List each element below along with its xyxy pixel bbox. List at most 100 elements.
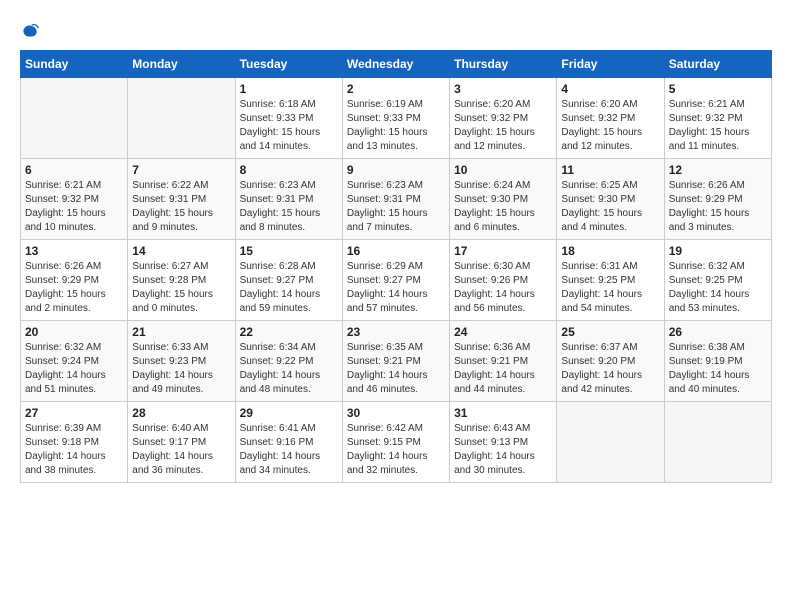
day-number: 3 bbox=[454, 82, 552, 96]
day-detail: Sunrise: 6:26 AMSunset: 9:29 PMDaylight:… bbox=[25, 260, 123, 316]
day-number: 18 bbox=[561, 244, 659, 258]
calendar-week-row: 27 Sunrise: 6:39 AMSunset: 9:18 PMDayligh… bbox=[21, 402, 772, 483]
day-number: 27 bbox=[25, 406, 123, 420]
day-detail: Sunrise: 6:32 AMSunset: 9:25 PMDaylight:… bbox=[669, 260, 767, 316]
day-number: 1 bbox=[240, 82, 338, 96]
day-number: 10 bbox=[454, 163, 552, 177]
weekday-header: Thursday bbox=[450, 51, 557, 78]
day-detail: Sunrise: 6:20 AMSunset: 9:32 PMDaylight:… bbox=[561, 98, 659, 154]
calendar-cell: 18 Sunrise: 6:31 AMSunset: 9:25 PMDayligh… bbox=[557, 240, 664, 321]
calendar-cell: 6 Sunrise: 6:21 AMSunset: 9:32 PMDaylight… bbox=[21, 159, 128, 240]
day-detail: Sunrise: 6:22 AMSunset: 9:31 PMDaylight:… bbox=[132, 179, 230, 235]
day-detail: Sunrise: 6:31 AMSunset: 9:25 PMDaylight:… bbox=[561, 260, 659, 316]
day-number: 12 bbox=[669, 163, 767, 177]
weekday-header: Tuesday bbox=[235, 51, 342, 78]
day-detail: Sunrise: 6:29 AMSunset: 9:27 PMDaylight:… bbox=[347, 260, 445, 316]
calendar-cell: 9 Sunrise: 6:23 AMSunset: 9:31 PMDaylight… bbox=[342, 159, 449, 240]
day-number: 21 bbox=[132, 325, 230, 339]
day-detail: Sunrise: 6:37 AMSunset: 9:20 PMDaylight:… bbox=[561, 341, 659, 397]
day-number: 22 bbox=[240, 325, 338, 339]
day-detail: Sunrise: 6:42 AMSunset: 9:15 PMDaylight:… bbox=[347, 422, 445, 478]
weekday-header: Monday bbox=[128, 51, 235, 78]
weekday-header: Saturday bbox=[664, 51, 771, 78]
day-detail: Sunrise: 6:40 AMSunset: 9:17 PMDaylight:… bbox=[132, 422, 230, 478]
day-detail: Sunrise: 6:27 AMSunset: 9:28 PMDaylight:… bbox=[132, 260, 230, 316]
calendar-cell: 14 Sunrise: 6:27 AMSunset: 9:28 PMDayligh… bbox=[128, 240, 235, 321]
day-number: 4 bbox=[561, 82, 659, 96]
day-detail: Sunrise: 6:21 AMSunset: 9:32 PMDaylight:… bbox=[669, 98, 767, 154]
day-detail: Sunrise: 6:18 AMSunset: 9:33 PMDaylight:… bbox=[240, 98, 338, 154]
calendar-cell: 15Sunrise: 6:28 AMSunset: 9:27 PMDayligh… bbox=[235, 240, 342, 321]
day-number: 14 bbox=[132, 244, 230, 258]
calendar-cell: 23 Sunrise: 6:35 AMSunset: 9:21 PMDayligh… bbox=[342, 321, 449, 402]
logo bbox=[20, 20, 44, 40]
day-detail: Sunrise: 6:41 AMSunset: 9:16 PMDaylight:… bbox=[240, 422, 338, 478]
day-number: 25 bbox=[561, 325, 659, 339]
day-number: 20 bbox=[25, 325, 123, 339]
day-number: 24 bbox=[454, 325, 552, 339]
weekday-header-row: SundayMondayTuesdayWednesdayThursdayFrid… bbox=[21, 51, 772, 78]
day-detail: Sunrise: 6:19 AMSunset: 9:33 PMDaylight:… bbox=[347, 98, 445, 154]
calendar-cell: 12 Sunrise: 6:26 AMSunset: 9:29 PMDayligh… bbox=[664, 159, 771, 240]
day-number: 31 bbox=[454, 406, 552, 420]
day-number: 13 bbox=[25, 244, 123, 258]
day-number: 7 bbox=[132, 163, 230, 177]
calendar-cell: 25 Sunrise: 6:37 AMSunset: 9:20 PMDayligh… bbox=[557, 321, 664, 402]
calendar-cell: 19 Sunrise: 6:32 AMSunset: 9:25 PMDayligh… bbox=[664, 240, 771, 321]
day-number: 28 bbox=[132, 406, 230, 420]
day-number: 5 bbox=[669, 82, 767, 96]
calendar-cell: 31 Sunrise: 6:43 AMSunset: 9:13 PMDayligh… bbox=[450, 402, 557, 483]
day-detail: Sunrise: 6:24 AMSunset: 9:30 PMDaylight:… bbox=[454, 179, 552, 235]
day-number: 23 bbox=[347, 325, 445, 339]
calendar-cell: 1 Sunrise: 6:18 AMSunset: 9:33 PMDaylight… bbox=[235, 78, 342, 159]
calendar-cell: 24 Sunrise: 6:36 AMSunset: 9:21 PMDayligh… bbox=[450, 321, 557, 402]
day-detail: Sunrise: 6:21 AMSunset: 9:32 PMDaylight:… bbox=[25, 179, 123, 235]
calendar-cell: 22 Sunrise: 6:34 AMSunset: 9:22 PMDayligh… bbox=[235, 321, 342, 402]
calendar-cell: 27 Sunrise: 6:39 AMSunset: 9:18 PMDayligh… bbox=[21, 402, 128, 483]
day-number: 8 bbox=[240, 163, 338, 177]
calendar-cell: 16Sunrise: 6:29 AMSunset: 9:27 PMDayligh… bbox=[342, 240, 449, 321]
day-number: 9 bbox=[347, 163, 445, 177]
calendar-cell bbox=[664, 402, 771, 483]
day-detail: Sunrise: 6:39 AMSunset: 9:18 PMDaylight:… bbox=[25, 422, 123, 478]
weekday-header: Wednesday bbox=[342, 51, 449, 78]
calendar-cell: 8Sunrise: 6:23 AMSunset: 9:31 PMDaylight… bbox=[235, 159, 342, 240]
day-detail: Sunrise: 6:36 AMSunset: 9:21 PMDaylight:… bbox=[454, 341, 552, 397]
day-number: 29 bbox=[240, 406, 338, 420]
logo-icon bbox=[20, 20, 40, 40]
calendar-week-row: 1 Sunrise: 6:18 AMSunset: 9:33 PMDaylight… bbox=[21, 78, 772, 159]
calendar-cell: 7 Sunrise: 6:22 AMSunset: 9:31 PMDaylight… bbox=[128, 159, 235, 240]
calendar-cell: 28 Sunrise: 6:40 AMSunset: 9:17 PMDayligh… bbox=[128, 402, 235, 483]
day-number: 2 bbox=[347, 82, 445, 96]
day-detail: Sunrise: 6:34 AMSunset: 9:22 PMDaylight:… bbox=[240, 341, 338, 397]
day-detail: Sunrise: 6:38 AMSunset: 9:19 PMDaylight:… bbox=[669, 341, 767, 397]
weekday-header: Friday bbox=[557, 51, 664, 78]
calendar-cell: 30 Sunrise: 6:42 AMSunset: 9:15 PMDayligh… bbox=[342, 402, 449, 483]
day-detail: Sunrise: 6:23 AMSunset: 9:31 PMDaylight:… bbox=[347, 179, 445, 235]
day-number: 6 bbox=[25, 163, 123, 177]
calendar-cell bbox=[21, 78, 128, 159]
day-number: 11 bbox=[561, 163, 659, 177]
calendar-cell: 4 Sunrise: 6:20 AMSunset: 9:32 PMDaylight… bbox=[557, 78, 664, 159]
day-number: 19 bbox=[669, 244, 767, 258]
calendar-cell bbox=[557, 402, 664, 483]
calendar-week-row: 6 Sunrise: 6:21 AMSunset: 9:32 PMDaylight… bbox=[21, 159, 772, 240]
day-detail: Sunrise: 6:32 AMSunset: 9:24 PMDaylight:… bbox=[25, 341, 123, 397]
day-detail: Sunrise: 6:20 AMSunset: 9:32 PMDaylight:… bbox=[454, 98, 552, 154]
day-detail: Sunrise: 6:25 AMSunset: 9:30 PMDaylight:… bbox=[561, 179, 659, 235]
calendar-cell: 10 Sunrise: 6:24 AMSunset: 9:30 PMDayligh… bbox=[450, 159, 557, 240]
calendar-cell bbox=[128, 78, 235, 159]
calendar-cell: 5 Sunrise: 6:21 AMSunset: 9:32 PMDaylight… bbox=[664, 78, 771, 159]
day-detail: Sunrise: 6:33 AMSunset: 9:23 PMDaylight:… bbox=[132, 341, 230, 397]
calendar-cell: 29 Sunrise: 6:41 AMSunset: 9:16 PMDayligh… bbox=[235, 402, 342, 483]
weekday-header: Sunday bbox=[21, 51, 128, 78]
day-detail: Sunrise: 6:28 AMSunset: 9:27 PMDaylight:… bbox=[240, 260, 338, 316]
day-detail: Sunrise: 6:35 AMSunset: 9:21 PMDaylight:… bbox=[347, 341, 445, 397]
day-detail: Sunrise: 6:43 AMSunset: 9:13 PMDaylight:… bbox=[454, 422, 552, 478]
page-header bbox=[20, 20, 772, 40]
day-number: 30 bbox=[347, 406, 445, 420]
day-number: 17 bbox=[454, 244, 552, 258]
day-detail: Sunrise: 6:26 AMSunset: 9:29 PMDaylight:… bbox=[669, 179, 767, 235]
calendar-cell: 3 Sunrise: 6:20 AMSunset: 9:32 PMDaylight… bbox=[450, 78, 557, 159]
calendar-cell: 11 Sunrise: 6:25 AMSunset: 9:30 PMDayligh… bbox=[557, 159, 664, 240]
